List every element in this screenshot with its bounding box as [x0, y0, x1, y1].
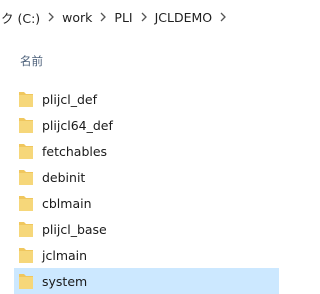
- breadcrumb: ク (C:) work PLI JCLDEMO: [0, 6, 233, 28]
- folder-icon: [18, 194, 34, 212]
- chevron-right-icon[interactable]: [41, 7, 61, 27]
- column-divider: [8, 44, 279, 45]
- list-item[interactable]: plijcl_def: [14, 86, 279, 112]
- folder-icon: [18, 116, 34, 134]
- list-item[interactable]: plijcl_base: [14, 216, 279, 242]
- list-item[interactable]: fetchables: [14, 138, 279, 164]
- chevron-right-icon[interactable]: [93, 7, 113, 27]
- chevron-right-icon[interactable]: [134, 7, 154, 27]
- breadcrumb-pli[interactable]: PLI: [113, 10, 133, 25]
- file-name: plijcl_def: [42, 91, 97, 107]
- column-header-name[interactable]: 名前: [20, 53, 43, 69]
- folder-icon: [18, 220, 34, 238]
- list-item[interactable]: jclmain: [14, 242, 279, 268]
- folder-icon: [18, 90, 34, 108]
- file-name: plijcl64_def: [42, 117, 113, 133]
- file-name: debinit: [42, 169, 86, 185]
- list-item-selected[interactable]: system: [14, 268, 279, 294]
- list-item[interactable]: plijcl64_def: [14, 112, 279, 138]
- list-item[interactable]: cblmain: [14, 190, 279, 216]
- file-name: fetchables: [42, 143, 108, 159]
- breadcrumb-jcldemo[interactable]: JCLDEMO: [154, 10, 214, 25]
- breadcrumb-work[interactable]: work: [61, 10, 93, 25]
- file-name: jclmain: [42, 247, 88, 263]
- file-name: plijcl_base: [42, 221, 107, 237]
- file-name: cblmain: [42, 195, 92, 211]
- folder-icon: [18, 272, 34, 290]
- breadcrumb-drive[interactable]: ク (C:): [0, 8, 41, 27]
- chevron-right-icon[interactable]: [213, 7, 233, 27]
- file-list: plijcl_def plijcl64_def fetchables debin…: [14, 86, 279, 294]
- file-name: system: [42, 273, 88, 289]
- list-item[interactable]: debinit: [14, 164, 279, 190]
- folder-icon: [18, 142, 34, 160]
- folder-icon: [18, 246, 34, 264]
- folder-icon: [18, 168, 34, 186]
